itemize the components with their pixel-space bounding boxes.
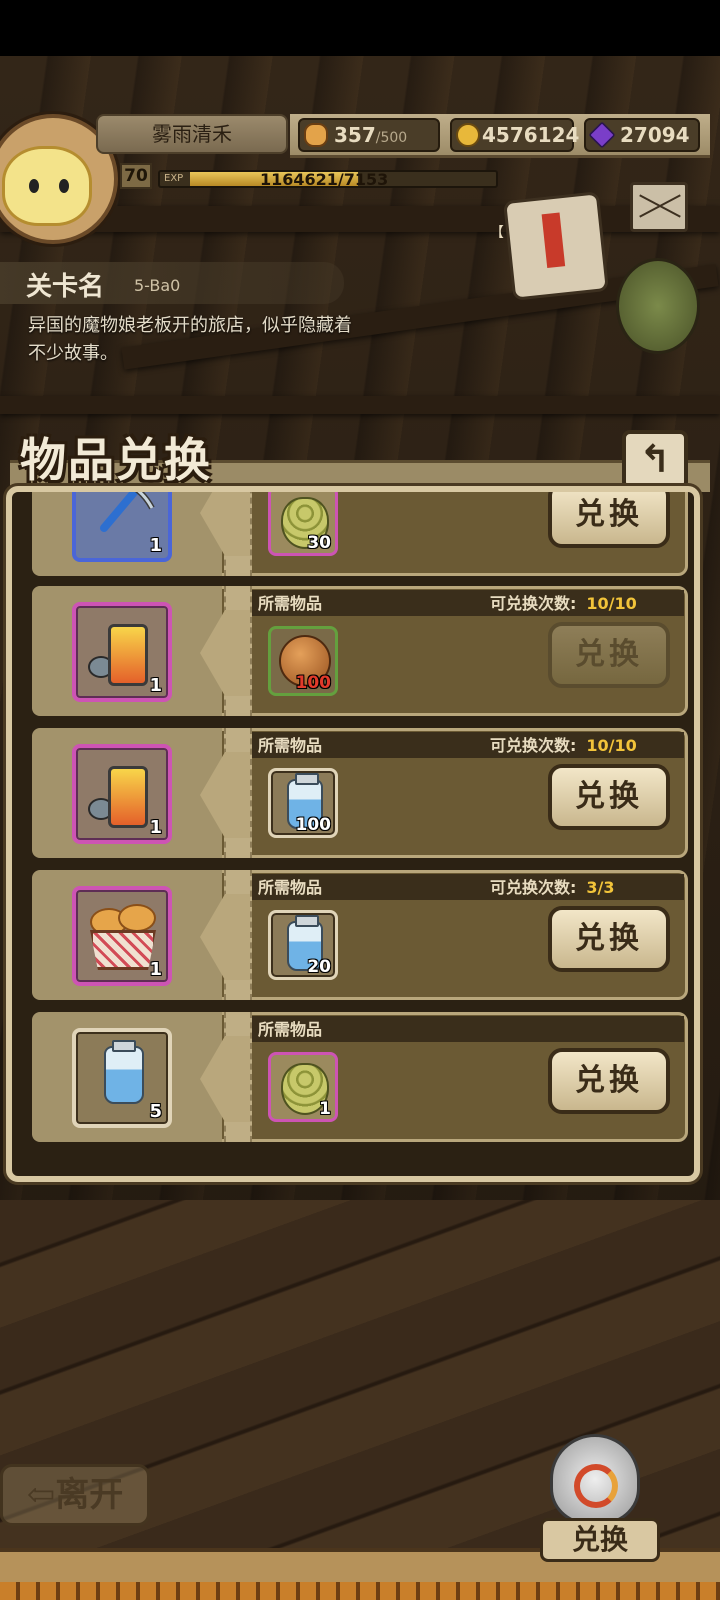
- milk-jar-icon: [104, 1040, 144, 1104]
- reward-item-slot[interactable]: 1: [72, 602, 172, 702]
- reward-qty: 1: [149, 535, 162, 556]
- reward-qty: 1: [149, 817, 162, 838]
- reward-item-slot[interactable]: 5: [72, 1028, 172, 1128]
- reward-qty: 1: [149, 675, 162, 696]
- cost-item-slot[interactable]: 20: [268, 910, 338, 980]
- gem-counter[interactable]: 27094: [584, 118, 700, 152]
- cost-item-slot[interactable]: 30: [268, 492, 338, 556]
- exchange-nav-button[interactable]: 兑换: [540, 1434, 660, 1584]
- exchange-count: 可兑换次数: 10/10: [490, 590, 637, 614]
- leave-button[interactable]: ⇦离开: [0, 1464, 150, 1526]
- exchange-row: 1 30 兑换: [32, 492, 688, 576]
- cost-qty: 20: [307, 957, 331, 977]
- exchange-count-value: 10/10: [586, 736, 637, 755]
- cost-qty: 1: [319, 1099, 331, 1119]
- exp-text: 1164621/7153: [260, 170, 389, 188]
- cost-qty: 30: [307, 533, 331, 553]
- reward-item-slot[interactable]: 1: [72, 886, 172, 986]
- mail-button[interactable]: [630, 182, 688, 232]
- exchange-button[interactable]: 兑换: [548, 622, 670, 688]
- back-button[interactable]: ↰: [622, 430, 688, 490]
- required-items-label: 所需物品: [258, 594, 323, 613]
- exchange-count: 可兑换次数: 10/10: [490, 732, 637, 756]
- bottom-frame-trim: [0, 1582, 720, 1600]
- backpack-button[interactable]: [616, 258, 700, 354]
- avatar-portrait: [2, 146, 92, 226]
- reward-item-slot[interactable]: 1: [72, 744, 172, 844]
- stage-description: 异国的魔物娘老板开的旅店，似乎隐藏着不少故事。: [28, 315, 352, 364]
- cost-qty: 100: [295, 673, 332, 693]
- exchange-button[interactable]: 兑换: [548, 1048, 670, 1114]
- stamina-counter[interactable]: 357/500: [298, 118, 440, 152]
- cost-item-slot[interactable]: 100: [268, 768, 338, 838]
- required-items-label: 所需物品: [258, 878, 323, 897]
- gem-value: 27094: [620, 123, 690, 147]
- gem-icon: [588, 121, 616, 149]
- stage-label: 关卡名: [26, 272, 105, 302]
- required-items-label: 所需物品: [258, 736, 323, 755]
- exchange-count-label: 可兑换次数:: [490, 594, 577, 613]
- exchange-row: 所需物品 可兑换次数: 3/3 1 20 兑换: [32, 870, 688, 1000]
- stamina-cap: /500: [375, 130, 408, 146]
- exchange-nav-label: 兑换: [540, 1518, 660, 1562]
- stamina-value: 357: [334, 123, 376, 147]
- cost-item-slot[interactable]: 100: [268, 626, 338, 696]
- gold-value: 4576124: [482, 123, 580, 147]
- exchange-button[interactable]: 兑换: [548, 906, 670, 972]
- reward-qty: 5: [149, 1101, 162, 1122]
- status-bar: [0, 0, 720, 56]
- cost-qty: 100: [295, 815, 332, 835]
- cost-item-slot[interactable]: 1: [268, 1052, 338, 1122]
- exchange-count-label: 可兑换次数:: [490, 878, 577, 897]
- pickaxe-icon: [100, 492, 155, 532]
- required-items-label: 所需物品: [258, 1020, 323, 1039]
- exchange-count-value: 10/10: [586, 594, 637, 613]
- gold-coin-icon: [456, 123, 480, 147]
- exchange-panel: 1 30 兑换 所需物品 可兑换次数: 10/10 1 100 兑换 所需物品 可兑换次数: 10/1…: [6, 486, 700, 1182]
- player-level: 70: [120, 163, 152, 189]
- exchange-count: 可兑换次数: 3/3: [490, 874, 615, 898]
- exchange-count-value: 3/3: [586, 878, 615, 897]
- exchange-row: 所需物品 5 1 兑换: [32, 1012, 688, 1142]
- quest-scroll-button[interactable]: [503, 191, 609, 301]
- exp-bar: EXP 1164621/7153: [158, 170, 498, 188]
- exchange-button[interactable]: 兑换: [548, 764, 670, 830]
- reward-qty: 1: [149, 959, 162, 980]
- bread-icon: [304, 123, 328, 147]
- exchange-button[interactable]: 兑换: [548, 492, 670, 548]
- stage-code: 5-Ba0: [134, 276, 181, 295]
- exp-tag: EXP: [164, 173, 184, 184]
- gold-counter[interactable]: 4576124: [450, 118, 579, 152]
- exchange-row: 所需物品 可兑换次数: 10/10 1 100 兑换: [32, 586, 688, 716]
- exchange-count-label: 可兑换次数:: [490, 736, 577, 755]
- player-name: 雾雨清禾: [96, 114, 288, 154]
- reward-item-slot[interactable]: 1: [72, 492, 172, 562]
- exchange-row: 所需物品 可兑换次数: 10/10 1 100 兑换: [32, 728, 688, 858]
- quest-tag: 【: [490, 225, 504, 241]
- exchange-arrows-icon: [574, 1464, 618, 1508]
- panel-title: 物品兑换: [20, 433, 212, 487]
